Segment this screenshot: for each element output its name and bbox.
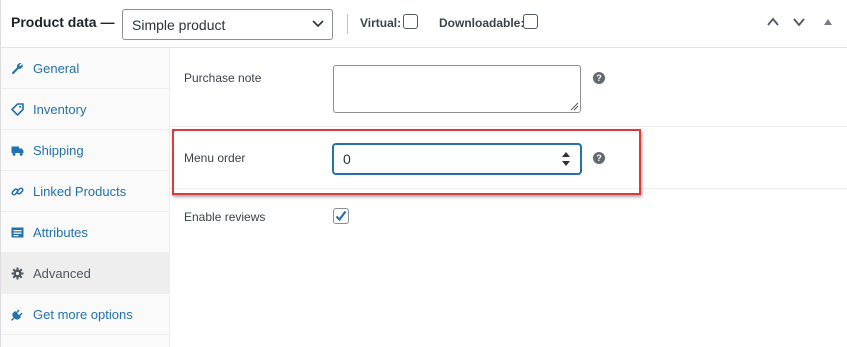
purchase-note-textarea[interactable] <box>333 65 581 113</box>
gear-icon <box>11 267 24 280</box>
tab-attributes[interactable]: Attributes <box>1 212 170 253</box>
tab-advanced[interactable]: Advanced <box>1 253 170 294</box>
help-icon[interactable]: ? <box>593 72 605 84</box>
tab-label: General <box>33 61 80 76</box>
panel-header: Product data — Simple product Virtual: D… <box>1 0 847 48</box>
enable-reviews-checkbox[interactable] <box>333 208 349 224</box>
header-divider <box>347 14 348 34</box>
tag-icon <box>11 103 24 116</box>
chevron-down-icon <box>312 20 324 28</box>
tab-label: Get more options <box>33 307 133 322</box>
tab-linked-products[interactable]: Linked Products <box>1 171 170 212</box>
product-data-tabs: General Inventory Shipping Linked Produc… <box>1 48 170 347</box>
tab-label: Advanced <box>33 266 91 281</box>
tab-label: Shipping <box>33 143 84 158</box>
menu-order-highlight-box <box>172 129 641 195</box>
tab-inventory[interactable]: Inventory <box>1 89 170 130</box>
virtual-checkbox[interactable] <box>403 14 418 29</box>
product-data-panel: Product data — Simple product Virtual: D… <box>0 0 847 347</box>
enable-reviews-label: Enable reviews <box>184 210 266 224</box>
tab-shipping[interactable]: Shipping <box>1 130 170 171</box>
tab-label: Attributes <box>33 225 88 240</box>
list-icon <box>11 227 24 238</box>
plug-icon <box>11 309 23 321</box>
resize-grip-icon[interactable] <box>570 102 579 111</box>
tab-get-more-options[interactable]: Get more options <box>1 294 170 335</box>
product-type-select[interactable]: Simple product <box>122 9 333 40</box>
tab-label: Inventory <box>33 102 87 117</box>
downloadable-label: Downloadable: <box>439 16 525 30</box>
tab-general[interactable]: General <box>1 48 170 89</box>
link-icon <box>11 187 24 196</box>
move-down-icon[interactable] <box>792 16 806 28</box>
virtual-label: Virtual: <box>360 16 402 30</box>
move-up-icon[interactable] <box>766 16 780 28</box>
checkmark-icon <box>335 210 347 222</box>
tab-label: Linked Products <box>33 184 127 199</box>
truck-icon <box>11 146 24 156</box>
product-type-value: Simple product <box>132 17 226 33</box>
purchase-note-label: Purchase note <box>184 71 262 85</box>
panel-title: Product data — <box>11 14 115 30</box>
row-divider <box>170 126 847 127</box>
wrench-icon <box>11 62 23 75</box>
collapse-toggle-icon[interactable] <box>823 16 833 28</box>
downloadable-checkbox[interactable] <box>523 14 538 29</box>
